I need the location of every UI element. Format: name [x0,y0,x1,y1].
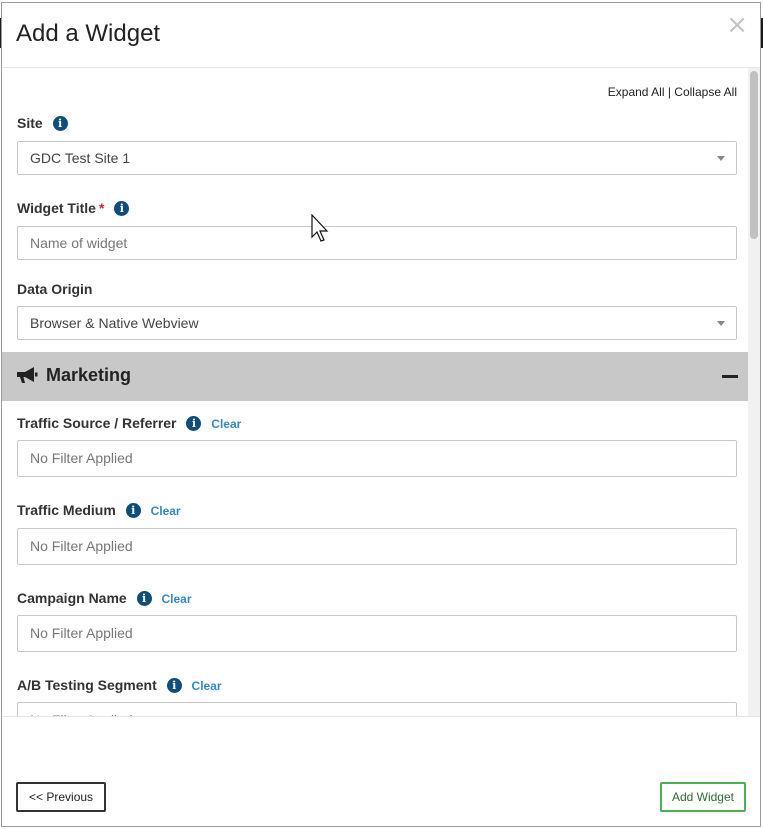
add-widget-button[interactable]: Add Widget [659,782,746,812]
traffic-source-input[interactable]: No Filter Applied [17,440,737,477]
expand-all-link[interactable]: Expand All [608,85,665,99]
modal-body: Expand All | Collapse All Site i GDC Tes… [2,68,760,717]
data-origin-label: Data Origin [17,281,93,297]
required-marker: * [98,200,105,216]
chevron-down-icon [717,321,725,326]
modal-footer: << Previous Add Widget [2,717,760,826]
campaign-name-input[interactable]: No Filter Applied [17,615,737,652]
site-info-icon[interactable]: i [52,116,68,131]
ab-testing-label: A/B Testing Segment i Clear [17,677,222,693]
previous-button[interactable]: << Previous [16,782,107,812]
ab-testing-clear-link[interactable]: Clear [192,679,222,693]
site-label: Site i [17,115,68,131]
modal-title: Add a Widget [16,20,161,47]
data-origin-select[interactable]: Browser & Native Webview [17,306,737,340]
ab-testing-input[interactable]: No Filter Applied [17,702,737,716]
collapse-all-link[interactable]: Collapse All [674,85,737,99]
campaign-name-clear-link[interactable]: Clear [161,592,191,606]
scrollbar-thumb[interactable] [750,71,758,239]
traffic-medium-input[interactable]: No Filter Applied [17,528,737,565]
mouse-pointer-icon [311,214,329,242]
site-select[interactable]: GDC Test Site 1 [17,141,737,175]
expand-collapse-links: Expand All | Collapse All [608,85,737,99]
add-widget-modal: Add a Widget × Expand All | Collapse All… [1,2,761,827]
collapse-section-icon[interactable] [722,375,738,378]
widget-title-input[interactable]: Name of widget [17,226,737,260]
traffic-source-clear-link[interactable]: Clear [211,417,241,431]
megaphone-icon [17,367,38,383]
campaign-name-info-icon[interactable]: i [136,591,152,606]
link-separator: | [664,85,675,99]
traffic-source-label: Traffic Source / Referrer i Clear [17,415,242,431]
modal-header: Add a Widget × [2,3,760,68]
traffic-medium-label: Traffic Medium i Clear [17,502,181,518]
scrollbar[interactable] [748,68,760,716]
campaign-name-label: Campaign Name i Clear [17,590,192,606]
traffic-source-info-icon[interactable]: i [186,416,202,431]
close-icon[interactable]: × [726,11,748,39]
widget-title-label: Widget Title * i [17,200,130,216]
widget-title-info-icon[interactable]: i [114,201,130,216]
section-title: Marketing [46,365,132,385]
ab-testing-info-icon[interactable]: i [166,678,182,693]
traffic-medium-info-icon[interactable]: i [125,503,141,518]
marketing-section-header[interactable]: Marketing [2,352,753,401]
chevron-down-icon [717,156,725,161]
traffic-medium-clear-link[interactable]: Clear [151,504,181,518]
